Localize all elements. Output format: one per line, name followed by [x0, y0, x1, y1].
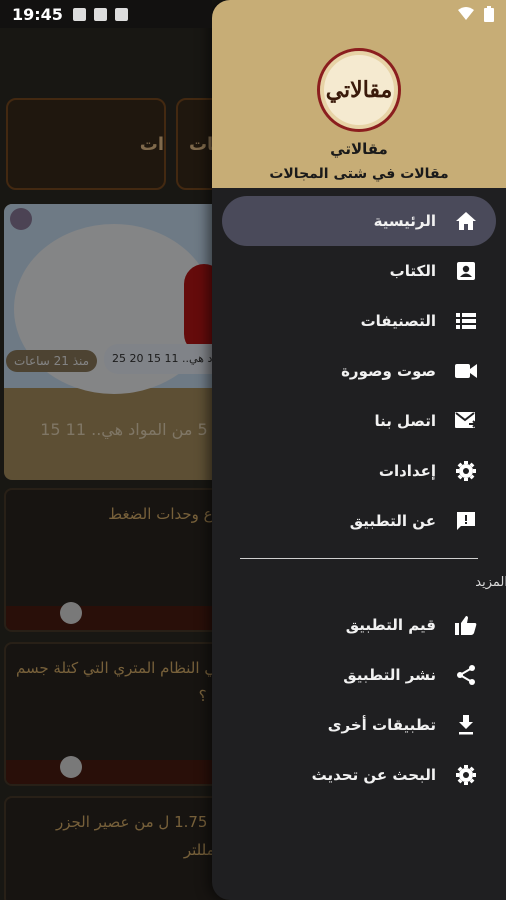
app-logo: مقالاتي	[317, 48, 401, 132]
battery-icon	[484, 6, 494, 22]
menu-item-check-update[interactable]: البحث عن تحديث	[222, 750, 496, 800]
drawer-menu: الرئيسية الكتاب التصنيفات صوت وصورة اتصل…	[212, 188, 506, 800]
menu-item-label: اتصل بنا	[374, 412, 436, 430]
notification-icon	[114, 7, 128, 21]
mail-icon	[454, 409, 478, 433]
menu-item-label: نشر التطبيق	[343, 666, 436, 684]
menu-item-label: قيم التطبيق	[345, 616, 436, 634]
account-box-icon	[454, 259, 478, 283]
more-section-title: المزيد	[475, 575, 506, 590]
status-bar: 19:45	[0, 0, 212, 28]
menu-item-share[interactable]: نشر التطبيق	[222, 650, 496, 700]
drawer-status-area	[212, 0, 506, 28]
menu-item-label: إعدادات	[378, 462, 436, 480]
home-icon	[454, 209, 478, 233]
status-time: 19:45	[12, 4, 63, 24]
share-icon	[454, 663, 478, 687]
list-icon	[454, 309, 478, 333]
drawer-header: مقالاتي مقالاتي مقالات في شتى المجالات	[212, 28, 506, 188]
menu-item-label: البحث عن تحديث	[311, 766, 436, 784]
menu-item-rate[interactable]: قيم التطبيق	[222, 600, 496, 650]
notification-icon	[93, 7, 107, 21]
menu-item-home[interactable]: الرئيسية	[222, 196, 496, 246]
app-subtitle: مقالات في شتى المجالات	[269, 166, 449, 182]
gear-icon	[454, 763, 478, 787]
menu-divider	[240, 558, 478, 559]
app-root: نماذج وخطابات ات اد هي.. 11 15 20 25 منذ…	[0, 0, 506, 900]
menu-item-label: التصنيفات	[360, 312, 436, 330]
menu-item-label: تطبيقات أخرى	[327, 716, 436, 734]
menu-item-label: صوت وصورة	[341, 362, 436, 380]
menu-item-contact[interactable]: اتصل بنا	[222, 396, 496, 446]
notification-icons	[72, 7, 128, 21]
menu-item-authors[interactable]: الكتاب	[222, 246, 496, 296]
menu-item-label: الرئيسية	[373, 212, 436, 230]
menu-item-settings[interactable]: إعدادات	[222, 446, 496, 496]
menu-item-categories[interactable]: التصنيفات	[222, 296, 496, 346]
download-icon	[454, 713, 478, 737]
menu-item-about[interactable]: عن التطبيق	[222, 496, 496, 546]
menu-item-label: عن التطبيق	[349, 512, 436, 530]
videocam-icon	[454, 359, 478, 383]
navigation-drawer: مقالاتي مقالاتي مقالات في شتى المجالات ا…	[212, 0, 506, 900]
feedback-icon	[454, 509, 478, 533]
menu-item-media[interactable]: صوت وصورة	[222, 346, 496, 396]
wifi-icon	[458, 7, 474, 20]
thumb-up-icon	[454, 613, 478, 637]
menu-item-other-apps[interactable]: تطبيقات أخرى	[222, 700, 496, 750]
app-name: مقالاتي	[330, 140, 388, 158]
gear-icon	[454, 459, 478, 483]
menu-item-label: الكتاب	[389, 262, 436, 280]
notification-icon	[72, 7, 86, 21]
